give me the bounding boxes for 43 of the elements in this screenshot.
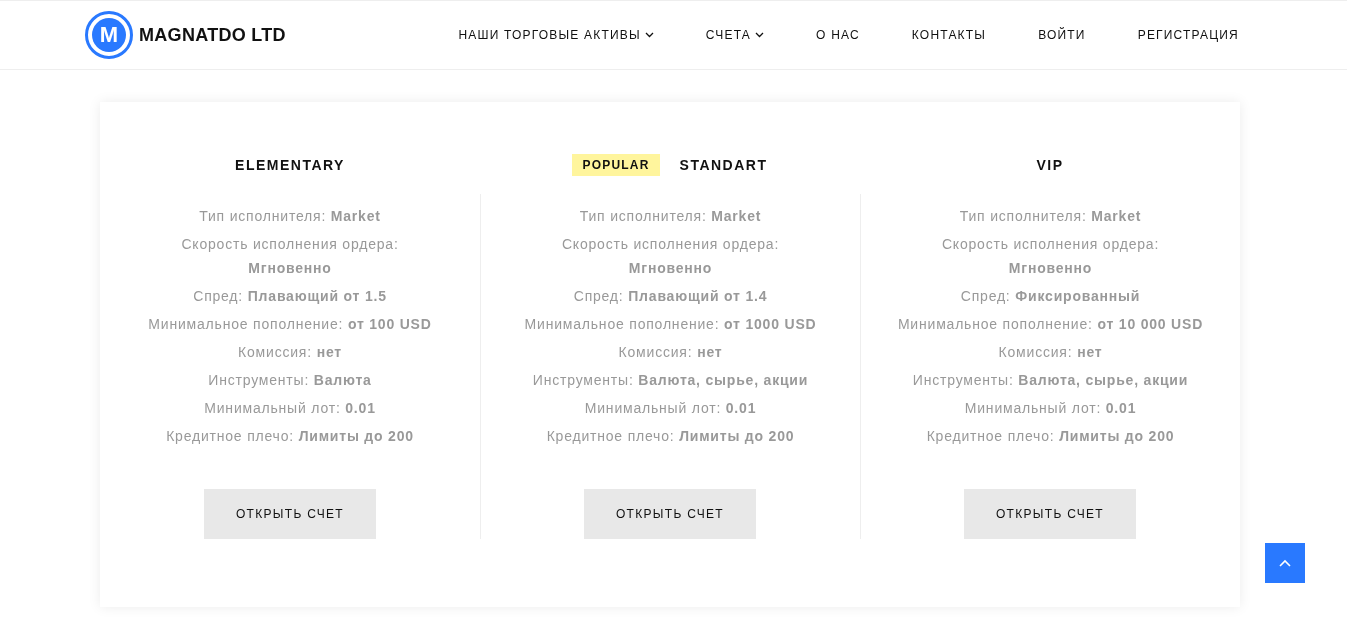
open-account-button[interactable]: ОТКРЫТЬ СЧЕТ — [964, 489, 1136, 539]
plan-feature: Тип исполнителя: Market — [959, 207, 1142, 226]
plan-feature: Минимальное пополнение: от 1000 USD — [524, 315, 817, 334]
plan-title: ELEMENTARY — [235, 157, 345, 173]
nav-link[interactable]: О НАС — [790, 28, 886, 42]
nav-link[interactable]: СЧЕТА — [679, 28, 791, 42]
chevron-up-icon — [1279, 559, 1291, 567]
nav-link[interactable]: ВОЙТИ — [1012, 28, 1112, 42]
plan-feature: Минимальное пополнение: от 100 USD — [148, 315, 432, 334]
plan-feature: Комиссия: нет — [238, 343, 342, 362]
open-account-button[interactable]: ОТКРЫТЬ СЧЕТ — [584, 489, 756, 539]
plan-feature: Минимальный лот: 0.01 — [964, 399, 1137, 418]
open-account-button[interactable]: ОТКРЫТЬ СЧЕТ — [204, 489, 376, 539]
logo-icon: M — [85, 11, 133, 59]
popular-badge: POPULAR — [572, 154, 660, 176]
nav-link[interactable]: КОНТАКТЫ — [885, 28, 1013, 42]
plan-feature: Тип исполнителя: Market — [199, 207, 381, 226]
plan-feature: Спред: Плавающий от 1.4 — [573, 287, 768, 306]
plan-feature: Скорость исполнения ордера: Мгновенно — [181, 235, 399, 278]
plan-feature: Инструменты: Валюта, сырье, акции — [912, 371, 1189, 390]
plan-title: VIP — [1036, 157, 1064, 173]
plan-feature: Тип исполнителя: Market — [579, 207, 762, 226]
plan-feature: Спред: Фиксированный — [960, 287, 1141, 306]
plan-feature: Комиссия: нет — [618, 343, 723, 362]
plan-feature: Минимальный лот: 0.01 — [584, 399, 757, 418]
plan-feature: Спред: Плавающий от 1.5 — [193, 287, 387, 306]
plan-feature: Скорость исполнения ордера: Мгновенно — [941, 235, 1160, 278]
plan-feature: Комиссия: нет — [998, 343, 1103, 362]
plan-feature: Кредитное плечо: Лимиты до 200 — [166, 427, 414, 446]
plan-feature: Минимальное пополнение: от 10 000 USD — [897, 315, 1204, 334]
nav-link[interactable]: РЕГИСТРАЦИЯ — [1111, 28, 1239, 42]
plan-feature: Инструменты: Валюта — [208, 371, 372, 390]
nav-link[interactable]: НАШИ ТОРГОВЫЕ АКТИВЫ — [432, 28, 680, 42]
caret-icon — [755, 32, 765, 38]
caret-icon — [644, 32, 654, 38]
plan-feature: Минимальный лот: 0.01 — [204, 399, 376, 418]
plan-feature: Кредитное плечо: Лимиты до 200 — [546, 427, 795, 446]
scroll-top-button[interactable] — [1265, 543, 1305, 583]
plan-feature: Кредитное плечо: Лимиты до 200 — [926, 427, 1175, 446]
plan-title: STANDART — [679, 157, 768, 173]
plan-feature: Инструменты: Валюта, сырье, акции — [532, 371, 809, 390]
plan-feature: Скорость исполнения ордера: Мгновенно — [561, 235, 780, 278]
logo-text[interactable]: MAGNATDO LTD — [139, 24, 286, 46]
